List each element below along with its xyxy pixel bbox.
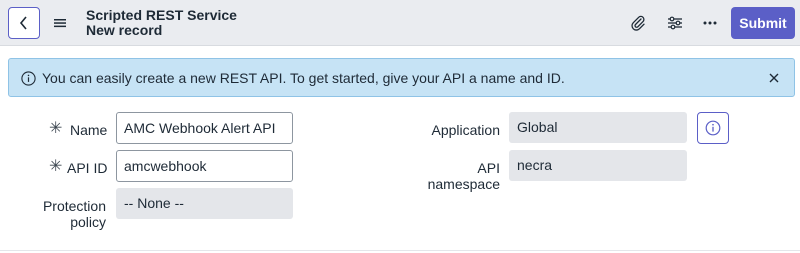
protection-policy-label-line2: policy — [70, 214, 106, 230]
name-label: Name — [70, 122, 108, 138]
required-indicator-icon: ✳ — [49, 120, 63, 137]
record-state-subtitle: New record — [86, 22, 163, 38]
section-divider — [0, 250, 800, 251]
protection-policy-field[interactable]: -- None -- — [116, 188, 293, 219]
banner-message: You can easily create a new REST API. To… — [42, 70, 565, 86]
paperclip-icon — [631, 15, 645, 31]
api-namespace-field: necra — [509, 150, 687, 181]
personalize-form-button[interactable] — [664, 12, 686, 34]
close-icon — [769, 73, 779, 83]
api-id-input[interactable] — [116, 150, 293, 182]
protection-policy-label-line1: Protection — [42, 198, 106, 214]
application-info-button[interactable] — [697, 112, 729, 144]
info-banner: You can easily create a new REST API. To… — [8, 58, 795, 97]
required-indicator-icon: ✳ — [49, 158, 63, 175]
attachment-button[interactable] — [627, 12, 649, 34]
page-title: Scripted REST Service New record — [86, 8, 237, 38]
more-icon — [703, 21, 717, 25]
api-namespace-label-line1: API — [477, 160, 500, 176]
api-namespace-label: API namespace — [400, 160, 500, 192]
application-field: Global — [509, 112, 687, 143]
sliders-icon — [668, 16, 682, 30]
application-label: Application — [431, 122, 501, 138]
info-icon — [705, 120, 721, 136]
api-id-label: API ID — [67, 160, 108, 176]
back-icon — [19, 16, 27, 30]
name-input[interactable] — [116, 112, 293, 144]
more-options-button[interactable] — [699, 12, 721, 34]
record-type-title: Scripted REST Service — [86, 7, 237, 23]
info-icon — [21, 71, 36, 86]
protection-policy-label: Protection policy — [20, 198, 106, 230]
banner-close-button[interactable] — [766, 70, 782, 86]
api-namespace-label-line2: namespace — [427, 176, 500, 192]
submit-button[interactable]: Submit — [731, 7, 795, 39]
form-header: Scripted REST Service New record Submit — [0, 0, 800, 46]
hamburger-menu-icon — [54, 19, 66, 28]
context-menu-button[interactable] — [50, 13, 70, 33]
back-button[interactable] — [8, 7, 40, 39]
